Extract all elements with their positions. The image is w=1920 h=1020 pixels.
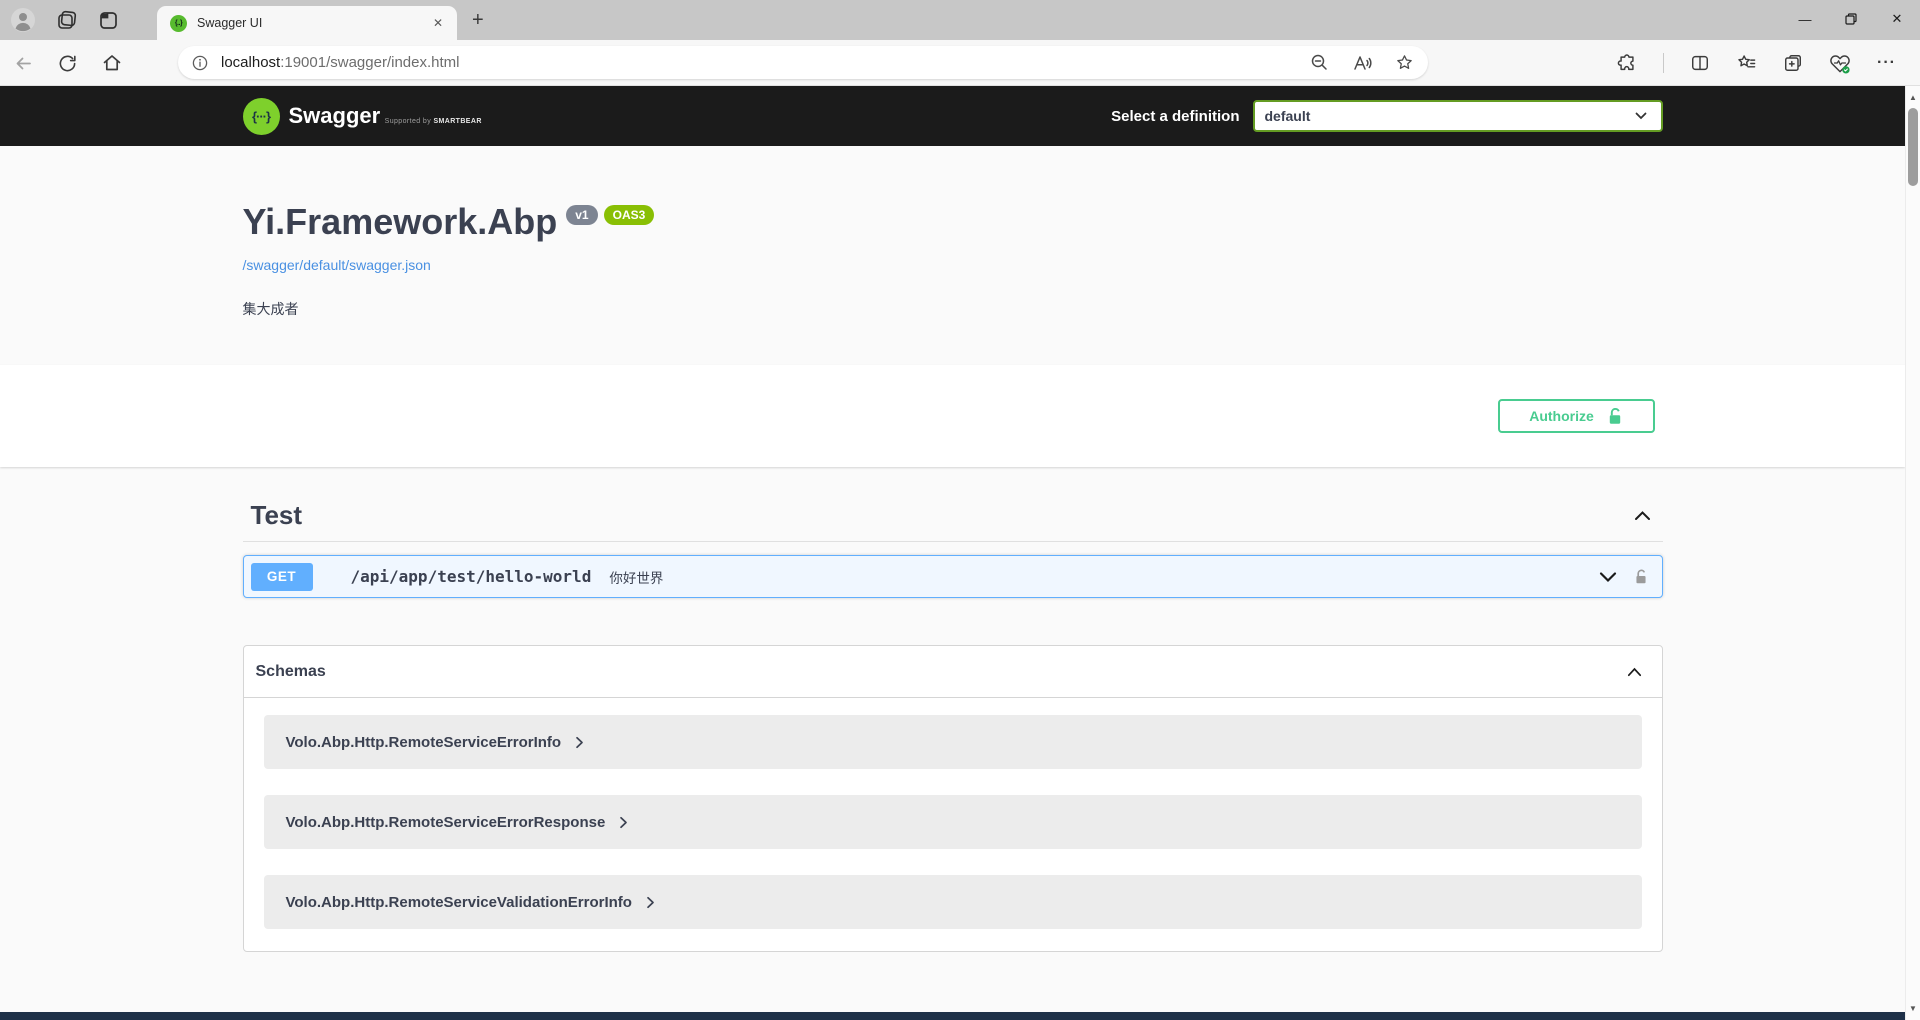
- tab-layout-icon[interactable]: [98, 10, 119, 31]
- site-info-icon[interactable]: [192, 55, 208, 71]
- model-name: Volo.Abp.Http.RemoteServiceErrorResponse: [286, 814, 606, 831]
- select-chevron-down-icon: [1635, 112, 1647, 120]
- settings-more-icon[interactable]: ···: [1877, 54, 1896, 72]
- tag-title: Test: [251, 500, 303, 531]
- definition-select-value: default: [1265, 108, 1311, 124]
- tag-header-test[interactable]: Test: [243, 500, 1663, 542]
- operation-path: /api/app/test/hello-world: [351, 567, 592, 586]
- swagger-favicon: {..}: [170, 15, 187, 32]
- collapse-chevron-up-icon[interactable]: [1634, 510, 1651, 521]
- schemas-container: Schemas Volo.Abp.Http.RemoteServiceError…: [243, 645, 1663, 952]
- authorize-label: Authorize: [1529, 408, 1594, 424]
- scheme-container: Authorize: [0, 365, 1905, 467]
- schemas-section: Schemas Volo.Abp.Http.RemoteServiceError…: [223, 645, 1683, 992]
- taskbar-edge-strip: [0, 1012, 1905, 1020]
- swagger-logo-text: Swagger: [289, 103, 381, 128]
- model-name: Volo.Abp.Http.RemoteServiceValidationErr…: [286, 894, 632, 911]
- operation-lock-icon[interactable]: [1634, 568, 1648, 586]
- url-text: localhost:19001/swagger/index.html: [221, 54, 459, 71]
- spec-json-link[interactable]: /swagger/default/swagger.json: [243, 257, 431, 273]
- schemas-header[interactable]: Schemas: [244, 646, 1662, 698]
- swagger-logo-subtext: Supported by SMARTBEAR: [385, 118, 482, 125]
- address-bar[interactable]: localhost:19001/swagger/index.html: [178, 46, 1428, 79]
- browser-tab-swagger-ui[interactable]: {..} Swagger UI ✕: [157, 6, 457, 40]
- definition-select[interactable]: default: [1253, 100, 1663, 132]
- unlock-icon: [1607, 407, 1623, 426]
- version-badge: v1: [566, 205, 597, 225]
- swagger-page: {···} Swagger Supported by SMARTBEAR Sel…: [0, 86, 1905, 992]
- api-title-row: Yi.Framework.Abp v1 OAS3: [243, 200, 1663, 244]
- extensions-icon[interactable]: [1617, 53, 1637, 73]
- back-icon[interactable]: [14, 54, 33, 73]
- split-screen-icon[interactable]: [1690, 53, 1710, 73]
- api-description: 集大成者: [243, 299, 1663, 319]
- authorize-button[interactable]: Authorize: [1498, 399, 1655, 433]
- workspaces-icon[interactable]: [56, 9, 78, 31]
- scrollbar-down-button[interactable]: ▼: [1906, 1000, 1920, 1017]
- model-name: Volo.Abp.Http.RemoteServiceErrorInfo: [286, 734, 562, 751]
- expand-chevron-down-icon[interactable]: [1599, 571, 1617, 583]
- tab-close-icon[interactable]: ✕: [429, 14, 447, 32]
- schemas-title: Schemas: [256, 663, 326, 681]
- api-info-section: Yi.Framework.Abp v1 OAS3 /swagger/defaul…: [0, 146, 1905, 365]
- page-title: Yi.Framework.Abp: [243, 200, 558, 244]
- model-row-remote-service-error-info[interactable]: Volo.Abp.Http.RemoteServiceErrorInfo: [264, 715, 1642, 769]
- new-tab-button[interactable]: +: [472, 6, 484, 34]
- zoom-out-icon[interactable]: [1310, 53, 1329, 72]
- window-restore-button[interactable]: [1828, 0, 1874, 38]
- scrollbar-thumb[interactable]: [1908, 108, 1918, 186]
- swagger-logo-icon: {···}: [243, 98, 280, 135]
- refresh-icon[interactable]: [58, 54, 77, 73]
- swagger-logo: {···} Swagger Supported by SMARTBEAR: [243, 98, 482, 135]
- browser-window: {..} Swagger UI ✕ + — ✕: [0, 0, 1920, 1020]
- profile-avatar-icon[interactable]: [10, 7, 36, 33]
- model-chevron-right-icon: [646, 896, 655, 909]
- oas3-badge: OAS3: [604, 205, 655, 225]
- window-minimize-button[interactable]: —: [1782, 0, 1828, 38]
- browser-essentials-icon[interactable]: [1829, 53, 1851, 74]
- window-close-button[interactable]: ✕: [1874, 0, 1920, 38]
- browser-titlebar: {..} Swagger UI ✕ + — ✕: [0, 0, 1920, 40]
- tab-title: Swagger UI: [197, 16, 429, 30]
- toolbar-divider: [1663, 53, 1664, 73]
- collections-icon[interactable]: [1783, 53, 1803, 73]
- model-chevron-right-icon: [619, 816, 628, 829]
- model-row-remote-service-error-response[interactable]: Volo.Abp.Http.RemoteServiceErrorResponse: [264, 795, 1642, 849]
- favorites-list-icon[interactable]: [1736, 53, 1757, 73]
- operation-get-hello-world[interactable]: GET /api/app/test/hello-world 你好世界: [243, 555, 1663, 598]
- url-host: localhost: [221, 54, 280, 71]
- page-scrollbar[interactable]: ▲ ▼: [1905, 86, 1920, 1020]
- test-section: Test GET /api/app/test/hello-world 你好世界: [223, 500, 1683, 598]
- method-badge-get: GET: [251, 563, 313, 591]
- model-chevron-right-icon: [575, 736, 584, 749]
- url-path: :19001/swagger/index.html: [280, 54, 459, 71]
- browser-toolbar: localhost:19001/swagger/index.html: [0, 40, 1920, 86]
- operation-summary: 你好世界: [609, 567, 663, 587]
- select-definition-label: Select a definition: [1111, 108, 1239, 125]
- favorite-star-icon[interactable]: [1395, 53, 1414, 72]
- scrollbar-up-button[interactable]: ▲: [1906, 89, 1920, 106]
- schemas-chevron-up-icon[interactable]: [1627, 667, 1642, 677]
- model-row-remote-service-validation-error-info[interactable]: Volo.Abp.Http.RemoteServiceValidationErr…: [264, 875, 1642, 929]
- read-aloud-icon[interactable]: [1352, 54, 1372, 72]
- swagger-topbar: {···} Swagger Supported by SMARTBEAR Sel…: [0, 86, 1905, 146]
- home-icon[interactable]: [102, 53, 122, 73]
